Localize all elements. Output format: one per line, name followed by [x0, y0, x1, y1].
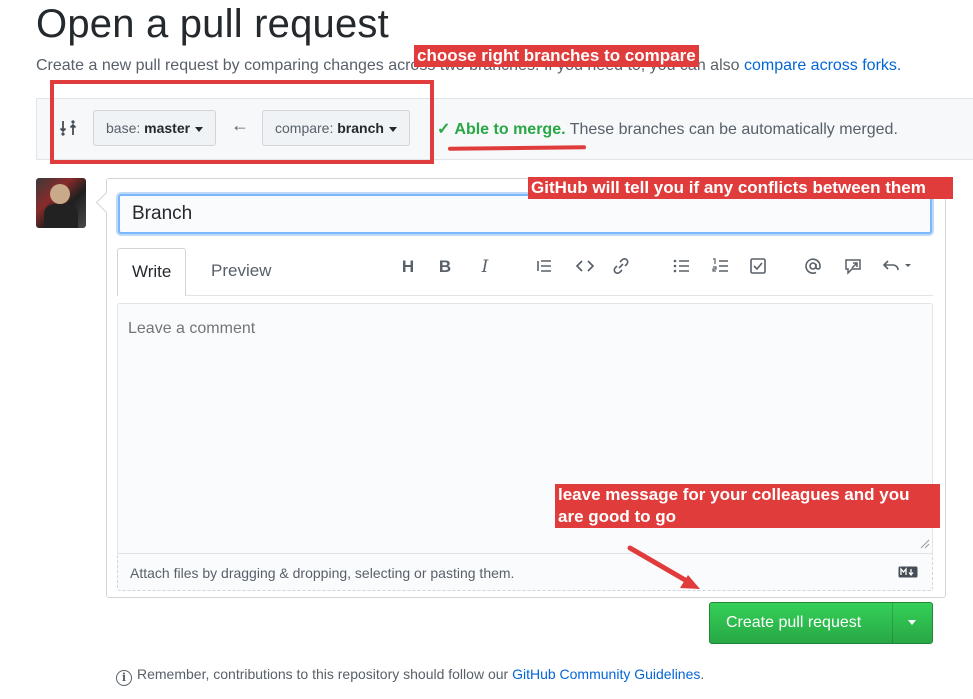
create-pr-options-dropdown[interactable] — [892, 602, 933, 644]
task-list-icon[interactable] — [746, 255, 770, 279]
tab-preview[interactable]: Preview — [197, 248, 285, 296]
branch-highlight-box — [50, 80, 434, 164]
attach-files-bar[interactable]: Attach files by dragging & dropping, sel… — [117, 553, 933, 591]
resize-handle-icon[interactable] — [918, 537, 930, 549]
annotation-conflicts: GitHub will tell you if any conflicts be… — [528, 177, 953, 199]
community-guidelines-link[interactable]: GitHub Community Guidelines — [512, 666, 700, 682]
contribution-note: i Remember, contributions to this reposit… — [116, 666, 704, 686]
merge-status-text: These branches can be automatically merg… — [565, 121, 898, 138]
annotation-message: leave message for your colleagues and yo… — [555, 484, 940, 528]
info-icon: i — [116, 670, 132, 686]
page-title: Open a pull request — [36, 2, 389, 46]
header-icon[interactable]: H — [396, 255, 420, 279]
title-input[interactable] — [118, 194, 932, 234]
bold-icon[interactable]: B — [433, 255, 457, 279]
check-icon: ✓ — [437, 121, 451, 138]
reference-icon[interactable] — [841, 255, 865, 279]
merge-status: ✓ Able to merge. These branches can be au… — [437, 119, 898, 139]
bulleted-list-icon[interactable] — [669, 255, 693, 279]
compare-forks-link[interactable]: compare across forks. — [744, 57, 901, 74]
chevron-down-icon — [908, 620, 916, 625]
annotation-compare: choose right branches to compare — [414, 45, 699, 67]
tab-divider — [117, 295, 933, 296]
code-icon[interactable] — [573, 255, 597, 279]
note-end: . — [700, 666, 705, 682]
note-text: Remember, contributions to this reposito… — [137, 666, 513, 682]
link-icon[interactable] — [609, 255, 633, 279]
italic-icon[interactable]: I — [473, 255, 497, 279]
red-arrow-icon — [627, 545, 700, 589]
quote-icon[interactable] — [532, 255, 556, 279]
avatar[interactable] — [36, 178, 86, 228]
reply-icon[interactable] — [880, 255, 918, 279]
numbered-list-icon[interactable] — [708, 255, 732, 279]
merge-status-strong: Able to merge. — [454, 121, 566, 138]
markdown-icon — [898, 566, 918, 578]
mention-icon[interactable] — [801, 255, 825, 279]
tab-write[interactable]: Write — [117, 248, 187, 296]
